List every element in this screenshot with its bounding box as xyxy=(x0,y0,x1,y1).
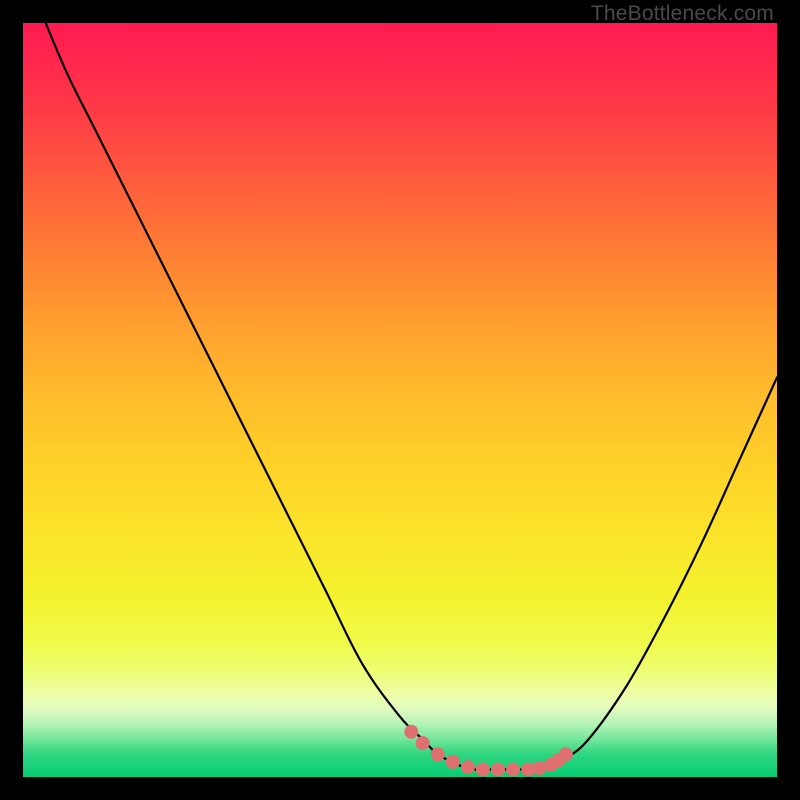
marker-dot xyxy=(461,760,475,774)
marker-dot xyxy=(491,763,505,777)
marker-dot xyxy=(559,747,573,761)
curve-overlay xyxy=(23,23,777,777)
marker-dot xyxy=(476,763,490,777)
marker-dot xyxy=(416,736,430,750)
marker-dot xyxy=(404,725,418,739)
bottleneck-curve xyxy=(46,23,777,770)
highlight-markers xyxy=(404,725,573,777)
marker-dot xyxy=(506,763,520,777)
marker-dot xyxy=(431,747,445,761)
marker-dot xyxy=(446,755,460,769)
